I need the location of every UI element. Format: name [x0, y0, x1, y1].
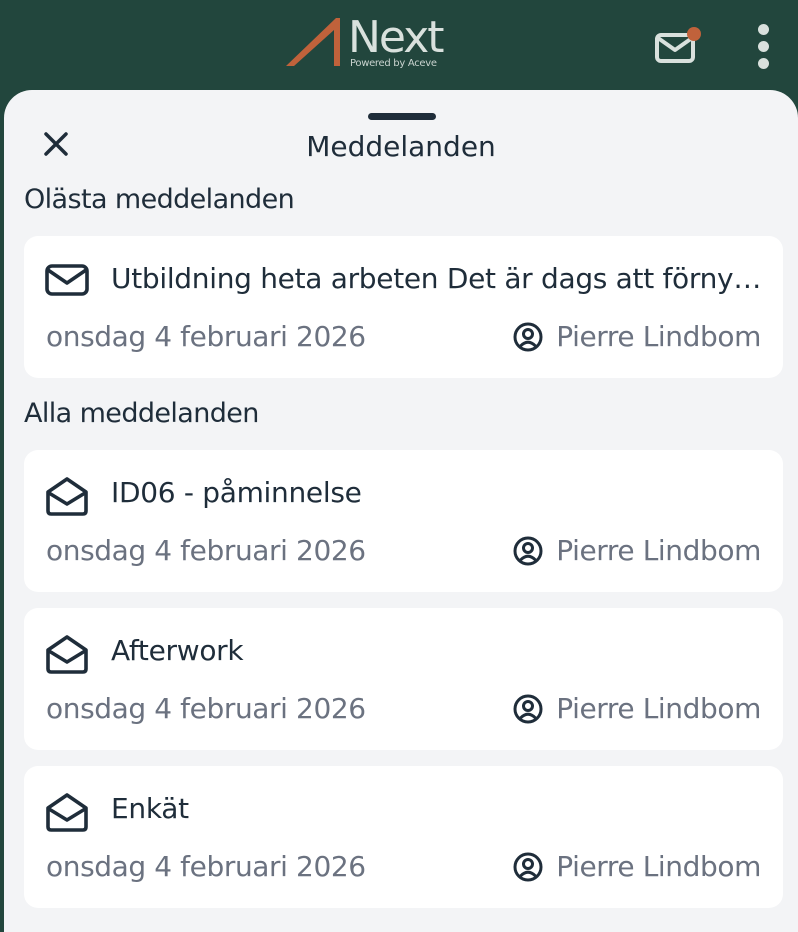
message-sender: Pierre Lindbom: [512, 690, 761, 728]
message-date: onsdag 4 februari 2026: [46, 692, 366, 725]
sender-name: Pierre Lindbom: [556, 320, 761, 353]
message-card[interactable]: ID06 - påminnelse onsdag 4 februari 2026…: [24, 450, 783, 592]
user-circle-icon: [513, 852, 543, 882]
message-subject: Enkät: [111, 792, 189, 825]
app-logo: Next Powered by Aceve: [284, 12, 454, 72]
envelope-closed-icon: [44, 260, 92, 302]
message-subject: Utbildning heta arbeten Det är dags att …: [111, 262, 763, 295]
message-date: onsdag 4 februari 2026: [46, 320, 366, 353]
message-subject: ID06 - påminnelse: [111, 476, 362, 509]
drag-handle[interactable]: [368, 113, 436, 120]
logo-mark-icon: [286, 18, 340, 66]
logo-tagline: Powered by Aceve: [350, 58, 437, 69]
envelope-open-icon: [44, 632, 92, 674]
message-card[interactable]: Enkät onsdag 4 februari 2026 Pierre Lind…: [24, 766, 783, 908]
message-sender: Pierre Lindbom: [512, 318, 761, 356]
unread-section-heading: Olästa meddelanden: [24, 184, 295, 215]
app-header: Next Powered by Aceve: [0, 0, 798, 100]
sender-name: Pierre Lindbom: [556, 850, 761, 883]
message-date: onsdag 4 februari 2026: [46, 534, 366, 567]
message-subject: Afterwork: [111, 634, 244, 667]
message-date: onsdag 4 februari 2026: [46, 850, 366, 883]
user-circle-icon: [513, 322, 543, 352]
message-card[interactable]: Afterwork onsdag 4 februari 2026 Pierre …: [24, 608, 783, 750]
mail-icon: [655, 27, 701, 63]
all-section-heading: Alla meddelanden: [24, 398, 259, 429]
user-circle-icon: [513, 694, 543, 724]
notification-dot: [687, 27, 701, 41]
messages-button[interactable]: [652, 26, 702, 66]
message-sender: Pierre Lindbom: [512, 532, 761, 570]
sheet-title: Meddelanden: [306, 130, 496, 163]
sender-name: Pierre Lindbom: [556, 534, 761, 567]
messages-sheet: Meddelanden Olästa meddelanden Utbildnin…: [4, 90, 798, 932]
envelope-open-icon: [44, 474, 92, 516]
sender-name: Pierre Lindbom: [556, 692, 761, 725]
envelope-open-icon: [44, 790, 92, 832]
more-options-button[interactable]: [748, 22, 778, 72]
user-circle-icon: [513, 536, 543, 566]
message-sender: Pierre Lindbom: [512, 848, 761, 886]
message-card[interactable]: Utbildning heta arbeten Det är dags att …: [24, 236, 783, 378]
